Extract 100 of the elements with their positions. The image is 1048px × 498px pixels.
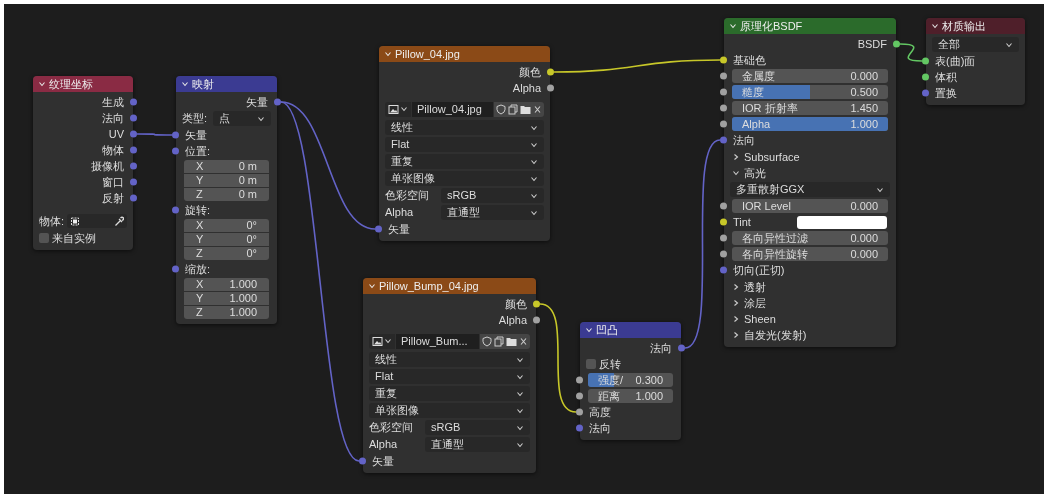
socket-label: 法向 [102,110,124,126]
slider-value: 0.500 [850,85,878,99]
node-title: 材质输出 [942,18,986,34]
image-browse-button[interactable] [369,333,395,349]
node-header[interactable]: 材质输出 [926,18,1025,34]
slider-value: 1.450 [850,101,878,115]
folder-icon[interactable] [506,335,517,347]
slider[interactable]: 各向异性旋转 0.000 [732,247,888,261]
dropdown[interactable]: 多重散射GGX [730,182,890,197]
field-label: Alpha [385,205,415,221]
image-name-field[interactable]: Pillow_Bum... [396,333,479,349]
dropdown[interactable]: 直通型 [441,205,544,220]
dropdown-value: 直通型 [431,437,464,453]
socket-label: 窗口 [102,174,124,190]
field-value: 0 m [238,159,257,175]
slider[interactable]: 各向异性过滤 0.000 [732,231,888,245]
number-field[interactable]: Y 1.000 [184,292,269,305]
checkbox[interactable] [586,359,596,369]
panel-toggle[interactable]: 自发光(发射) [732,326,807,344]
slider[interactable]: IOR 折射率 1.450 [732,101,888,115]
field-value: 0° [246,246,257,262]
dropdown[interactable]: 线性 [369,352,530,367]
node-header[interactable]: Pillow_Bump_04.jpg [363,278,536,294]
node-header[interactable]: 凹凸 [580,322,681,338]
object-icon[interactable] [70,215,81,227]
panel-toggle[interactable]: 透射 [732,278,766,296]
dropdown[interactable]: 单张图像 [369,403,530,418]
eyedropper-icon[interactable] [114,215,124,227]
number-field[interactable]: X 1.000 [184,278,269,291]
image-icon[interactable] [372,335,383,347]
chevron-icon [257,114,265,123]
dropdown[interactable]: 线性 [385,120,544,135]
color-swatch[interactable] [797,215,887,229]
slider[interactable]: Alpha 1.000 [732,117,888,131]
socket-label: 置换 [935,85,957,101]
image-name-field[interactable]: Pillow_04.jpg [412,101,493,117]
dropdown[interactable]: Flat [385,137,544,152]
dropdown[interactable]: 重复 [385,154,544,169]
dropdown[interactable]: 点 [213,111,271,126]
chevron-icon [38,80,46,88]
slider[interactable]: 金属度 0.000 [732,69,888,83]
number-field[interactable]: X 0 m [184,160,269,173]
node-title: 纹理坐标 [49,76,93,92]
link-wire [136,133,173,136]
slider[interactable]: 糙度 0.500 [732,85,888,99]
slider-label: Alpha [742,117,771,131]
chevron-icon [1005,40,1013,49]
dropdown-value: Flat [375,369,394,385]
node-title: 原理化BSDF [740,18,803,34]
number-field[interactable]: Y 0° [184,233,269,246]
number-field[interactable]: Z 1.000 [184,306,269,319]
panel-toggle[interactable]: Subsurface [732,148,800,166]
socket-label: 颜色 [505,296,527,312]
link-wire [899,43,923,62]
node-title: 凹凸 [596,322,618,338]
dropdown[interactable]: 全部 [932,37,1019,52]
chevron-icon [585,326,593,334]
number-field[interactable]: Z 0 m [184,188,269,201]
dropdown[interactable]: 直通型 [425,437,530,452]
dropdown[interactable]: sRGB [425,420,530,435]
panel-toggle[interactable]: 涂层 [732,294,766,312]
close-icon[interactable] [519,335,528,347]
folder-icon[interactable] [520,103,531,115]
panel-toggle[interactable]: 高光 [732,164,766,182]
socket-label: 法向 [650,340,672,356]
shield-icon[interactable] [482,335,492,347]
socket-label: 颜色 [519,64,541,80]
dropdown[interactable]: 重复 [369,386,530,401]
field-value: 0 m [238,173,257,189]
object-field[interactable] [67,214,127,228]
node-header[interactable]: 原理化BSDF [724,18,896,34]
image-icon[interactable] [388,103,399,115]
number-field[interactable]: Y 0 m [184,174,269,187]
shield-icon[interactable] [496,103,506,115]
field-label: 色彩空间 [369,420,414,436]
image-browse-button[interactable] [385,101,411,117]
node-header[interactable]: 映射 [176,76,277,92]
slider[interactable]: 距离 1.000 [588,389,673,403]
panel-toggle[interactable]: Sheen [732,310,776,328]
field-label: Alpha [369,437,399,453]
field-label: 色彩空间 [385,188,430,204]
chevron-icon [384,50,392,58]
number-field[interactable]: Z 0° [184,247,269,260]
copy-icon[interactable] [508,103,518,115]
node-header[interactable]: Pillow_04.jpg [379,46,550,62]
dropdown[interactable]: 单张图像 [385,171,544,186]
dropdown-value: 重复 [391,154,413,170]
dropdown[interactable]: Flat [369,369,530,384]
socket-label: 生成 [102,94,124,110]
checkbox[interactable] [39,233,49,243]
slider-label: IOR 折射率 [742,101,798,115]
close-icon[interactable] [533,103,542,115]
socket-label: BSDF [857,36,887,52]
slider-value: 0.000 [850,247,878,261]
node-header[interactable]: 纹理坐标 [33,76,133,92]
dropdown[interactable]: sRGB [441,188,544,203]
number-field[interactable]: X 0° [184,219,269,232]
field-value: 1.000 [229,277,257,293]
slider[interactable]: IOR Level 0.000 [732,199,888,213]
copy-icon[interactable] [494,335,504,347]
